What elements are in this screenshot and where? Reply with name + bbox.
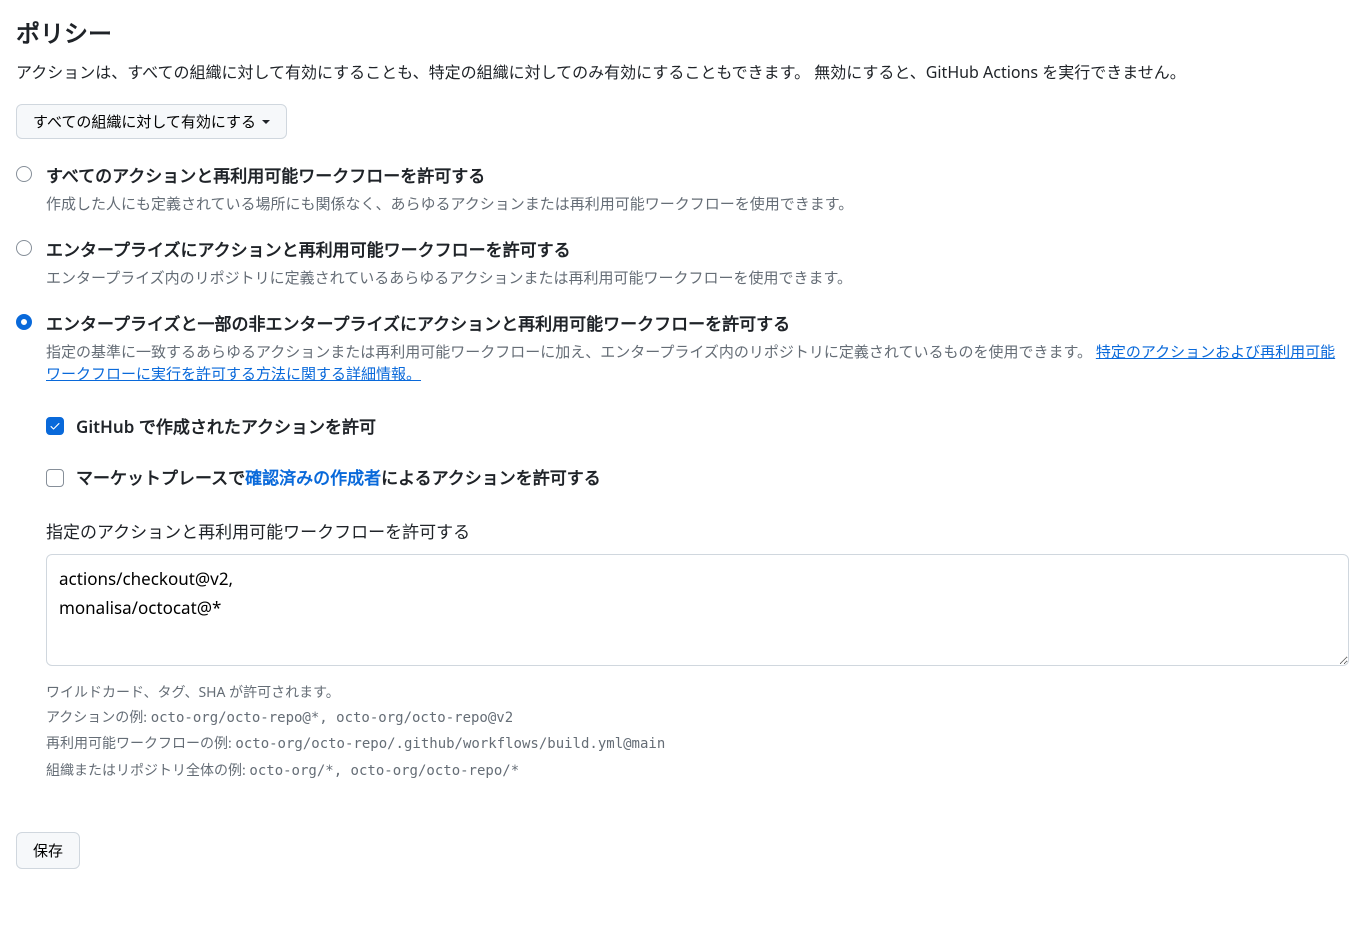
- label-prefix: マーケットプレースで: [76, 466, 245, 489]
- radio-option-allow-all[interactable]: すべてのアクションと再利用可能ワークフローを許可する 作成した人にも定義されてい…: [16, 163, 1349, 215]
- save-button[interactable]: 保存: [16, 832, 80, 869]
- radio-content: エンタープライズと一部の非エンタープライズにアクションと再利用可能ワークフローを…: [46, 311, 1349, 386]
- help-text: ワイルドカード、タグ、SHA が許可されます。 アクションの例: octo-or…: [46, 680, 1349, 784]
- radio-title: エンタープライズにアクションと再利用可能ワークフローを許可する: [46, 237, 1349, 263]
- radio-desc-text: 指定の基準に一致するあらゆるアクションまたは再利用可能ワークフローに加え、エンタ…: [46, 342, 1096, 362]
- radio-description: エンタープライズ内のリポジトリに定義されているあらゆるアクションまたは再利用可能…: [46, 267, 1349, 290]
- radio-description: 作成した人にも定義されている場所にも関係なく、あらゆるアクションまたは再利用可能…: [46, 193, 1349, 216]
- radio-title: すべてのアクションと再利用可能ワークフローを許可する: [46, 163, 1349, 189]
- radio-content: エンタープライズにアクションと再利用可能ワークフローを許可する エンタープライズ…: [46, 237, 1349, 289]
- radio-option-allow-select[interactable]: エンタープライズと一部の非エンタープライズにアクションと再利用可能ワークフローを…: [16, 311, 1349, 386]
- checkbox-row-github-created: GitHub で作成されたアクションを許可: [46, 414, 1349, 440]
- radio-icon: [16, 314, 32, 330]
- specified-actions-label: 指定のアクションと再利用可能ワークフローを許可する: [46, 519, 1349, 545]
- radio-description: 指定の基準に一致するあらゆるアクションまたは再利用可能ワークフローに加え、エンタ…: [46, 341, 1349, 386]
- label-suffix: によるアクションを許可する: [381, 466, 601, 489]
- allow-marketplace-verified-checkbox[interactable]: [46, 469, 64, 487]
- checkbox-row-marketplace-verified: マーケットプレースで確認済みの作成者によるアクションを許可する: [46, 465, 1349, 491]
- specified-actions-section: 指定のアクションと再利用可能ワークフローを許可する ワイルドカード、タグ、SHA…: [46, 519, 1349, 784]
- policy-description: アクションは、すべての組織に対して有効にすることも、特定の組織に対してのみ有効に…: [16, 60, 1349, 84]
- page-title: ポリシー: [16, 16, 1349, 52]
- help-line-reusable-example: 再利用可能ワークフローの例: octo-org/octo-repo/.githu…: [46, 731, 1349, 757]
- help-line-wildcards: ワイルドカード、タグ、SHA が許可されます。: [46, 680, 1349, 705]
- check-icon: [49, 420, 61, 432]
- checkbox-label: マーケットプレースで確認済みの作成者によるアクションを許可する: [76, 465, 601, 491]
- enable-scope-dropdown[interactable]: すべての組織に対して有効にする: [16, 104, 287, 139]
- radio-content: すべてのアクションと再利用可能ワークフローを許可する 作成した人にも定義されてい…: [46, 163, 1349, 215]
- radio-icon: [16, 240, 32, 256]
- sub-options: GitHub で作成されたアクションを許可 マーケットプレースで確認済みの作成者…: [46, 414, 1349, 784]
- verified-creators-link[interactable]: 確認済みの作成者: [245, 466, 381, 489]
- checkbox-label: GitHub で作成されたアクションを許可: [76, 414, 376, 440]
- allow-github-created-checkbox[interactable]: [46, 417, 64, 435]
- chevron-down-icon: [262, 120, 270, 124]
- actions-policy-radio-group: すべてのアクションと再利用可能ワークフローを許可する 作成した人にも定義されてい…: [16, 163, 1349, 784]
- specified-actions-textarea[interactable]: [46, 554, 1349, 666]
- dropdown-label: すべての組織に対して有効にする: [33, 111, 256, 132]
- radio-title: エンタープライズと一部の非エンタープライズにアクションと再利用可能ワークフローを…: [46, 311, 1349, 337]
- help-line-actions-example: アクションの例: octo-org/octo-repo@*, octo-org/…: [46, 705, 1349, 731]
- radio-option-allow-enterprise[interactable]: エンタープライズにアクションと再利用可能ワークフローを許可する エンタープライズ…: [16, 237, 1349, 289]
- help-line-org-repo-example: 組織またはリポジトリ全体の例: octo-org/*, octo-org/oct…: [46, 758, 1349, 784]
- radio-icon: [16, 166, 32, 182]
